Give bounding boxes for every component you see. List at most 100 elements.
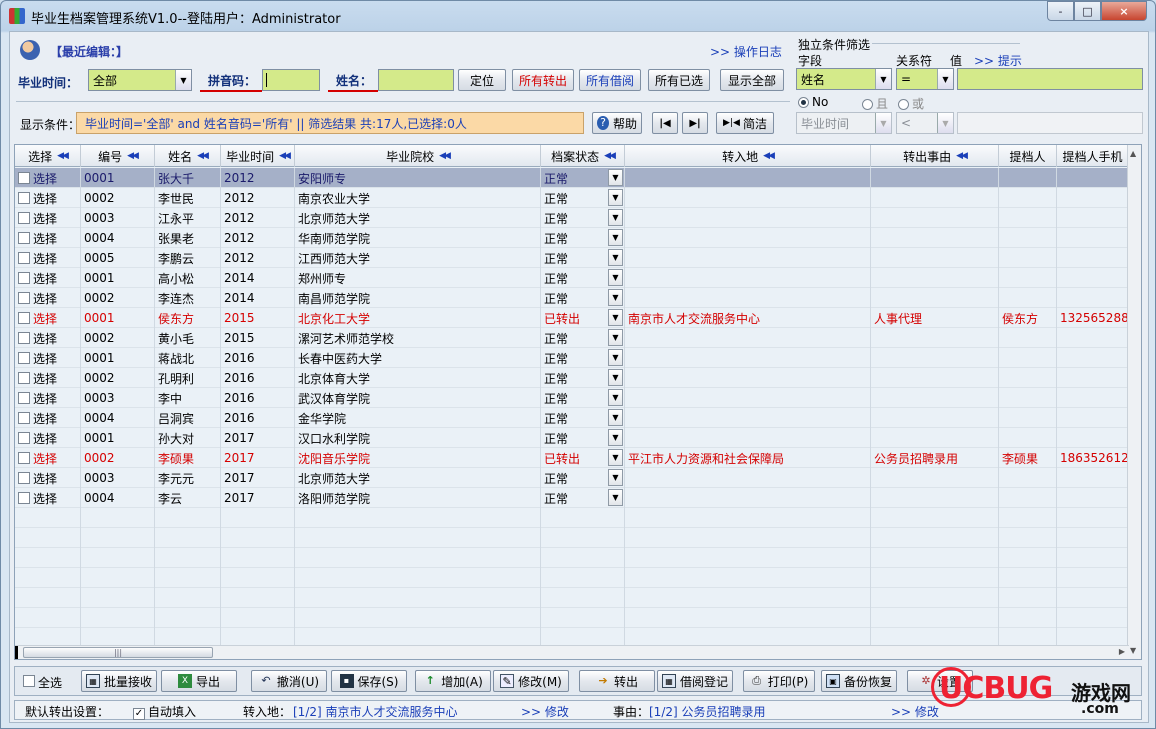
table-row[interactable]: 选择 0005 李鹏云 2012 江西师范大学 正常 ▼ xyxy=(15,248,1129,268)
cell-status[interactable]: 正常 ▼ xyxy=(541,408,625,428)
table-row[interactable]: 选择 0001 张大千 2012 安阳师专 正常 ▼ xyxy=(15,168,1129,188)
checkbox-icon[interactable] xyxy=(18,452,30,464)
save-button[interactable]: ▪ 保存(S) xyxy=(331,670,407,692)
hint-link[interactable]: >> 提示 xyxy=(974,52,1022,69)
checkbox-icon[interactable] xyxy=(18,172,30,184)
radio-or[interactable]: 或 xyxy=(898,95,924,112)
batch-receive-button[interactable]: ▦ 批量接收 xyxy=(81,670,157,692)
column-header-person[interactable]: 提档人 xyxy=(999,145,1057,167)
concise-button[interactable]: ▶|◀ 简洁 xyxy=(716,112,774,134)
help-button[interactable]: ? 帮助 xyxy=(592,112,642,134)
table-row[interactable]: 选择 0001 蒋战北 2016 长春中医药大学 正常 ▼ xyxy=(15,348,1129,368)
column-header-year[interactable]: 毕业时间 ◀◀ xyxy=(221,145,295,167)
all-transferred-button[interactable]: 所有转出 xyxy=(512,69,574,91)
first-record-button[interactable]: |◀ xyxy=(652,112,678,134)
cell-select[interactable]: 选择 xyxy=(15,188,81,208)
cell-status[interactable]: 正常 ▼ xyxy=(541,348,625,368)
modify-button[interactable]: ✎ 修改(M) xyxy=(493,670,569,692)
cell-select[interactable]: 选择 xyxy=(15,328,81,348)
cell-status[interactable]: 正常 ▼ xyxy=(541,488,625,508)
scroll-thumb[interactable]: ||| xyxy=(23,647,213,658)
table-row[interactable]: 选择 0001 高小松 2014 郑州师专 正常 ▼ xyxy=(15,268,1129,288)
filter-field-select[interactable]: 姓名 ▼ xyxy=(796,68,892,90)
cell-select[interactable]: 选择 xyxy=(15,388,81,408)
column-header-select[interactable]: 选择 ◀◀ xyxy=(15,145,81,167)
cell-select[interactable]: 选择 xyxy=(15,348,81,368)
column-header-name[interactable]: 姓名 ◀◀ xyxy=(155,145,221,167)
column-header-phone[interactable]: 提档人手机 xyxy=(1057,145,1129,167)
checkbox-icon[interactable] xyxy=(18,332,30,344)
sort-icon[interactable]: ◀◀ xyxy=(763,151,775,161)
filter-value-input[interactable] xyxy=(957,68,1143,90)
show-all-button[interactable]: 显示全部 xyxy=(720,69,784,91)
sort-icon[interactable]: ◀◀ xyxy=(439,151,451,161)
scroll-down-icon[interactable]: ▼ xyxy=(1130,646,1136,655)
print-button[interactable]: ⎙ 打印(P) xyxy=(743,670,815,692)
cell-select[interactable]: 选择 xyxy=(15,448,81,468)
cell-select[interactable]: 选择 xyxy=(15,368,81,388)
cell-status[interactable]: 正常 ▼ xyxy=(541,268,625,288)
chevron-down-icon[interactable]: ▼ xyxy=(608,429,623,446)
table-row[interactable]: 选择 0003 江永平 2012 北京师范大学 正常 ▼ xyxy=(15,208,1129,228)
cell-status[interactable]: 正常 ▼ xyxy=(541,388,625,408)
chevron-down-icon[interactable]: ▼ xyxy=(608,189,623,206)
filter-operator-select[interactable]: = ▼ xyxy=(896,68,954,90)
cell-select[interactable]: 选择 xyxy=(15,248,81,268)
checkbox-icon[interactable] xyxy=(18,212,30,224)
column-header-id[interactable]: 编号 ◀◀ xyxy=(81,145,155,167)
checkbox-icon[interactable] xyxy=(18,372,30,384)
minimize-button[interactable]: - xyxy=(1047,1,1074,21)
column-header-reason[interactable]: 转出事由 ◀◀ xyxy=(871,145,999,167)
table-row[interactable]: 选择 0001 孙大对 2017 汉口水利学院 正常 ▼ xyxy=(15,428,1129,448)
cell-status[interactable]: 已转出 ▼ xyxy=(541,308,625,328)
all-selected-button[interactable]: 所有已选 xyxy=(648,69,710,91)
all-borrowed-button[interactable]: 所有借阅 xyxy=(579,69,641,91)
column-header-school[interactable]: 毕业院校 ◀◀ xyxy=(295,145,541,167)
sort-icon[interactable]: ◀◀ xyxy=(127,151,139,161)
borrow-register-button[interactable]: ▦ 借阅登记 xyxy=(657,670,733,692)
chevron-down-icon[interactable]: ▼ xyxy=(608,389,623,406)
chevron-down-icon[interactable]: ▼ xyxy=(608,369,623,386)
transfer-out-button[interactable]: ➔ 转出 xyxy=(579,670,655,692)
checkbox-icon[interactable] xyxy=(18,472,30,484)
checkbox-icon[interactable] xyxy=(18,272,30,284)
checkbox-icon[interactable] xyxy=(18,492,30,504)
export-button[interactable]: X 导出 xyxy=(161,670,237,692)
checkbox-icon[interactable] xyxy=(18,232,30,244)
add-button[interactable]: ↑ 增加(A) xyxy=(415,670,491,692)
chevron-down-icon[interactable]: ▼ xyxy=(608,329,623,346)
horizontal-scrollbar[interactable]: ||| ▶ xyxy=(15,645,1129,659)
table-row[interactable]: 选择 0004 吕洞宾 2016 金华学院 正常 ▼ xyxy=(15,408,1129,428)
sort-icon[interactable]: ◀◀ xyxy=(604,151,616,161)
table-row[interactable]: 选择 0002 孔明利 2016 北京体育大学 正常 ▼ xyxy=(15,368,1129,388)
cell-status[interactable]: 已转出 ▼ xyxy=(541,448,625,468)
scroll-right-icon[interactable]: ▶ xyxy=(1119,647,1125,656)
cell-select[interactable]: 选择 xyxy=(15,488,81,508)
cell-status[interactable]: 正常 ▼ xyxy=(541,368,625,388)
sort-icon[interactable]: ◀◀ xyxy=(197,151,209,161)
cell-select[interactable]: 选择 xyxy=(15,288,81,308)
chevron-down-icon[interactable]: ▼ xyxy=(608,409,623,426)
cell-status[interactable]: 正常 ▼ xyxy=(541,228,625,248)
checkbox-icon[interactable] xyxy=(18,252,30,264)
chevron-down-icon[interactable]: ▼ xyxy=(608,209,623,226)
backup-restore-button[interactable]: ▣ 备份恢复 xyxy=(821,670,897,692)
modify-dest-link[interactable]: >> 修改 xyxy=(521,703,569,720)
last-record-button[interactable]: ▶| xyxy=(682,112,708,134)
table-row[interactable]: 选择 0003 李中 2016 武汉体育学院 正常 ▼ xyxy=(15,388,1129,408)
cell-select[interactable]: 选择 xyxy=(15,408,81,428)
cell-status[interactable]: 正常 ▼ xyxy=(541,168,625,188)
select-all-checkbox[interactable]: 全选 xyxy=(23,674,62,691)
scroll-up-icon[interactable]: ▲ xyxy=(1130,149,1136,158)
chevron-down-icon[interactable]: ▼ xyxy=(608,449,623,466)
cell-status[interactable]: 正常 ▼ xyxy=(541,328,625,348)
cell-status[interactable]: 正常 ▼ xyxy=(541,468,625,488)
undo-button[interactable]: ↶ 撤消(U) xyxy=(251,670,327,692)
cell-select[interactable]: 选择 xyxy=(15,208,81,228)
table-row[interactable]: 选择 0002 李连杰 2014 南昌师范学院 正常 ▼ xyxy=(15,288,1129,308)
cell-select[interactable]: 选择 xyxy=(15,268,81,288)
operation-log-link[interactable]: >> 操作日志 xyxy=(710,43,782,60)
close-button[interactable]: × xyxy=(1101,1,1147,21)
pinyin-input[interactable] xyxy=(262,69,320,91)
sort-icon[interactable]: ◀◀ xyxy=(956,151,968,161)
